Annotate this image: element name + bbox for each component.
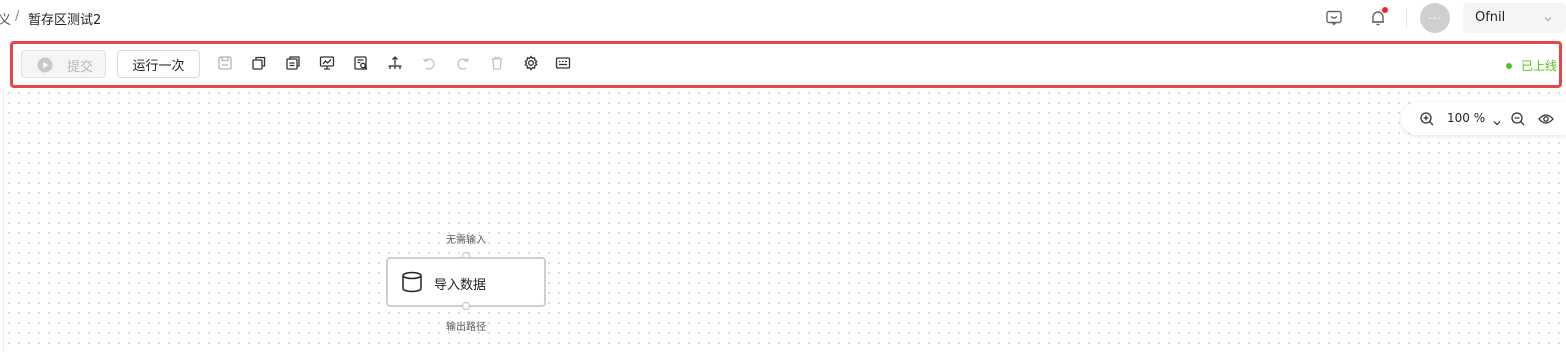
zoom-out-icon[interactable] (1509, 110, 1526, 127)
breadcrumb-current: 暂存区测试2 (28, 13, 102, 28)
settings-icon[interactable] (522, 54, 540, 72)
status-dot (1505, 62, 1512, 69)
zoom-level[interactable]: 100 % (1447, 111, 1485, 125)
play-circle-icon (37, 57, 53, 77)
paste-icon[interactable] (284, 54, 302, 72)
submit-label: 提交 (67, 60, 94, 75)
notification-bell[interactable] (1367, 7, 1389, 29)
database-icon (400, 270, 424, 298)
monitor-icon[interactable] (318, 54, 336, 72)
chat-icon[interactable] (1323, 7, 1345, 29)
node-output-port[interactable] (462, 302, 470, 310)
user-name: Ofnil (1475, 10, 1506, 25)
breadcrumb-parent[interactable]: 义 (0, 9, 11, 28)
submit-button[interactable]: 提交 (21, 50, 106, 78)
chevron-down-icon[interactable] (1492, 113, 1502, 132)
status-badge: 已上线 (1505, 57, 1557, 74)
avatar-text: --- (1428, 12, 1442, 24)
delete-icon[interactable] (488, 54, 506, 72)
toolbar: 提交 运行一次 已上线 (10, 41, 1562, 88)
status-label: 已上线 (1520, 59, 1557, 73)
node-input-label: 无需输入 (446, 235, 486, 246)
publish-icon[interactable] (386, 54, 404, 72)
top-header: 义 / 暂存区测试2 --- Ofnil (0, 0, 1566, 40)
zoom-in-icon[interactable] (1418, 110, 1435, 127)
undo-icon[interactable] (420, 54, 438, 72)
run-once-button[interactable]: 运行一次 (117, 50, 200, 78)
chevron-down-icon (1542, 10, 1554, 29)
user-select[interactable]: Ofnil (1463, 3, 1566, 33)
header-divider (1406, 8, 1407, 28)
terminal-icon[interactable] (554, 54, 572, 72)
save-icon[interactable] (216, 54, 234, 72)
eye-icon[interactable] (1537, 110, 1554, 127)
inspect-icon[interactable] (352, 54, 370, 72)
node-output-label: 输出路径 (446, 322, 486, 333)
copy-icon[interactable] (250, 54, 268, 72)
redo-icon[interactable] (454, 54, 472, 72)
avatar[interactable]: --- (1420, 3, 1450, 33)
run-once-label: 运行一次 (132, 58, 185, 74)
zoom-controls: 100 % (1401, 102, 1566, 135)
workflow-canvas[interactable] (3, 88, 1566, 352)
notification-dot (1382, 7, 1388, 13)
breadcrumb-separator: / (15, 9, 20, 24)
import-data-node[interactable]: 导入数据 (386, 257, 546, 307)
node-label: 导入数据 (434, 278, 487, 293)
